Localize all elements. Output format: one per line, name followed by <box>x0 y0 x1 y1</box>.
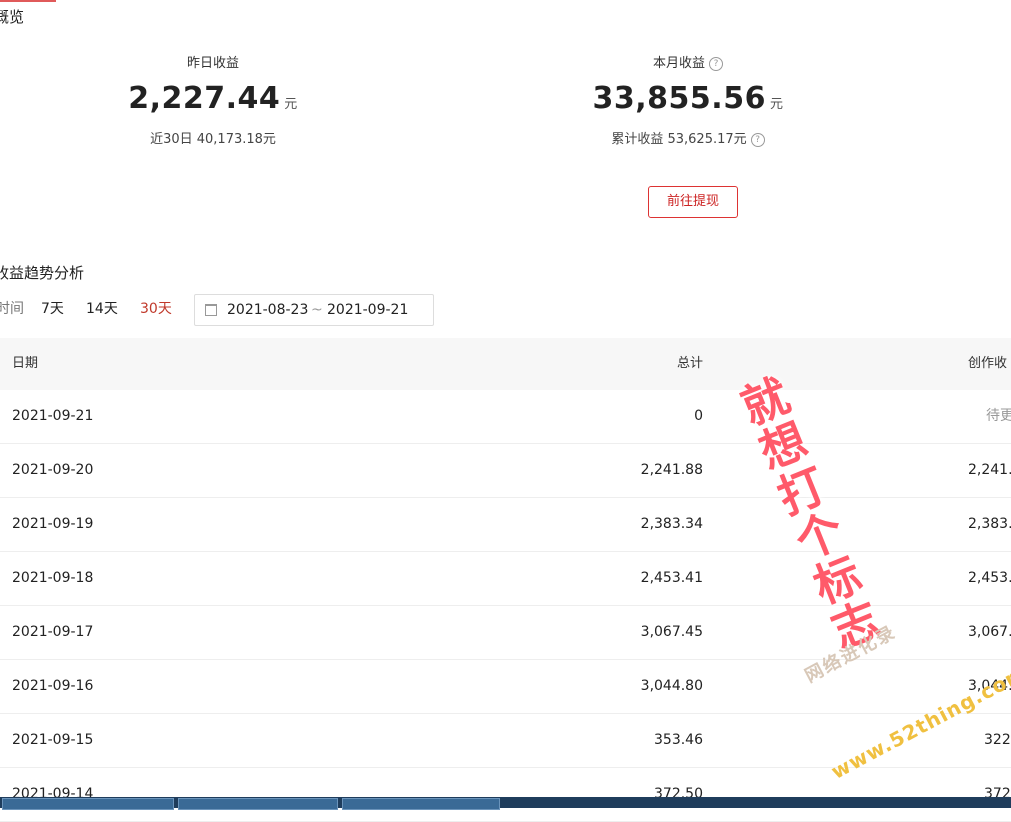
row-date: 2021-09-15 <box>12 732 94 748</box>
row-date: 2021-09-20 <box>12 462 94 478</box>
row-total: 2,383.34 <box>640 516 703 532</box>
yesterday-stat: 昨日收益 2,227.44 元 近30日 40,173.18元 <box>113 52 313 147</box>
yesterday-label: 昨日收益 <box>186 56 239 71</box>
table-row: 2021-09-21 0 待更 <box>0 390 1011 444</box>
trend-title: 收益趋势分析 <box>0 264 85 282</box>
month-stat: 本月收益? 33,855.56 元 累计收益 53,625.17元? <box>588 52 788 147</box>
time-label: 时间 <box>0 301 24 317</box>
row-date: 2021-09-16 <box>12 678 94 694</box>
os-taskbar <box>0 797 1011 810</box>
range-7d[interactable]: 7天 <box>41 298 64 318</box>
date-range-picker[interactable]: 2021-08-23 ~ 2021-09-21 <box>194 294 434 326</box>
row-total: 2,241.88 <box>640 462 703 478</box>
help-icon[interactable]: ? <box>750 132 765 147</box>
row-creation: 322. <box>984 732 1011 748</box>
tab-underline <box>0 0 56 2</box>
row-creation: 2,383. <box>968 516 1011 532</box>
cumulative-summary: 累计收益 53,625.17元? <box>588 128 788 147</box>
range-14d[interactable]: 14天 <box>86 298 118 318</box>
header-creation: 创作收 <box>968 356 1008 371</box>
calendar-icon <box>205 304 217 316</box>
row-creation: 3,067. <box>968 624 1011 640</box>
row-date: 2021-09-21 <box>12 408 94 424</box>
row-total: 3,044.80 <box>640 678 703 694</box>
withdraw-button[interactable]: 前往提现 <box>648 186 738 218</box>
date-from: 2021-08-23 <box>227 302 309 318</box>
month-label: 本月收益? <box>588 52 788 71</box>
help-icon[interactable]: ? <box>709 56 723 71</box>
row-date: 2021-09-19 <box>12 516 94 532</box>
header-date: 日期 <box>12 356 39 371</box>
row-date: 2021-09-14 <box>12 786 94 802</box>
row-creation: 372. <box>984 786 1011 802</box>
row-creation: 待更 <box>986 408 1011 424</box>
row-total: 353.46 <box>654 732 703 748</box>
row-total: 0 <box>694 408 703 424</box>
row-total: 3,067.45 <box>640 624 703 640</box>
date-separator: ~ <box>311 302 323 318</box>
range-30d[interactable]: 30天 <box>140 298 172 318</box>
date-to: 2021-09-21 <box>327 302 409 318</box>
taskbar-item[interactable] <box>342 798 500 810</box>
header-total: 总计 <box>676 356 703 371</box>
row-total: 372.50 <box>654 786 703 802</box>
table-row: 2021-09-14 372.50 372. <box>0 768 1011 822</box>
row-creation: 2,453. <box>968 570 1011 586</box>
row-date: 2021-09-18 <box>12 570 94 586</box>
table-row: 2021-09-16 3,044.80 3,044. <box>0 660 1011 714</box>
row-total: 2,453.41 <box>640 570 703 586</box>
table-header: 日期 总计 创作收 <box>0 338 1011 390</box>
taskbar-item[interactable] <box>2 798 174 810</box>
row-creation: 2,241. <box>968 462 1011 478</box>
month-value: 33,855.56 元 <box>592 81 784 116</box>
last30-summary: 近30日 40,173.18元 <box>150 132 276 147</box>
row-date: 2021-09-17 <box>12 624 94 640</box>
overview-title: 概览 <box>0 8 25 26</box>
yesterday-value: 2,227.44 元 <box>128 81 298 116</box>
taskbar-item[interactable] <box>178 798 338 810</box>
